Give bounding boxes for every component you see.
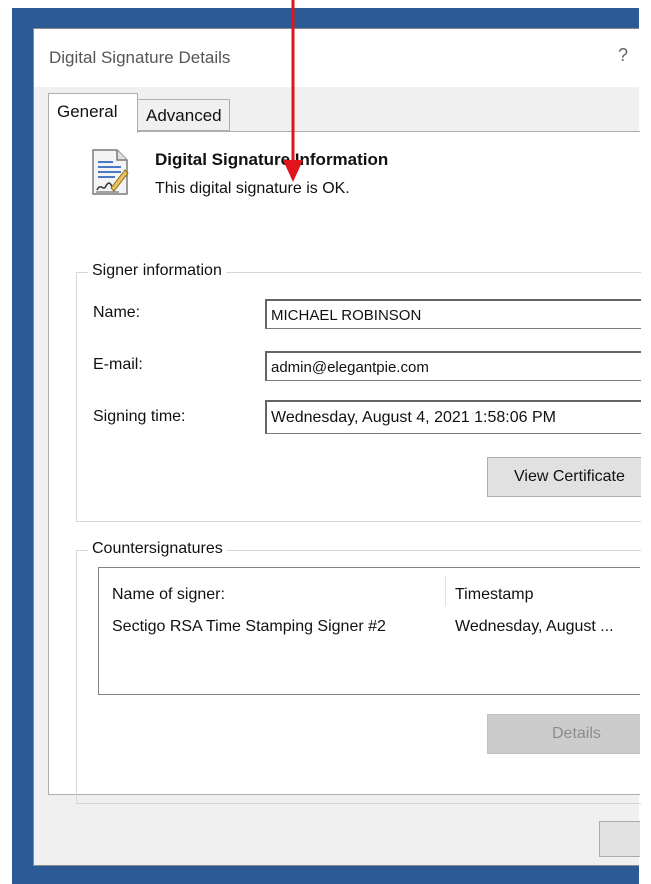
countersignatures-legend: Countersignatures [88,540,227,558]
details-button[interactable]: Details [487,714,640,754]
timestamp-cell: Wednesday, August ... [455,618,614,635]
column-header-name[interactable]: Name of signer: [112,586,225,604]
signature-status-text: This digital signature is OK. [155,180,350,197]
signer-name-cell: Sectigo RSA Time Stamping Signer #2 [112,618,386,635]
tab-advanced[interactable]: Advanced [138,99,230,131]
help-button[interactable]: ? [612,45,634,66]
tab-general[interactable]: General [48,93,138,133]
ok-button[interactable] [599,821,640,857]
view-certificate-button[interactable]: View Certificate [487,457,641,497]
dialog-title: Digital Signature Details [49,48,231,67]
countersignatures-list[interactable]: Name of signer: Timestamp Sectigo RSA Ti… [98,567,640,695]
email-field[interactable]: admin@elegantpie.com [265,351,641,381]
column-separator[interactable] [445,576,446,606]
column-header-timestamp[interactable]: Timestamp [455,586,534,604]
digital-signature-details-dialog: Digital Signature Details ? General Adva… [33,28,641,866]
signature-document-icon [92,149,129,195]
signing-time-label: Signing time: [93,408,186,425]
name-field[interactable]: MICHAEL ROBINSON [265,299,641,329]
signing-time-field[interactable]: Wednesday, August 4, 2021 1:58:06 PM [265,400,641,434]
table-row[interactable]: Sectigo RSA Time Stamping Signer #2 Wedn… [99,614,640,640]
name-label: Name: [93,304,141,321]
email-label: E-mail: [93,356,143,373]
general-tab-panel: Digital Signature Information This digit… [48,131,641,804]
info-title: Digital Signature Information [155,150,389,169]
title-bar: Digital Signature Details ? [34,29,639,87]
signer-information-legend: Signer information [88,262,226,280]
